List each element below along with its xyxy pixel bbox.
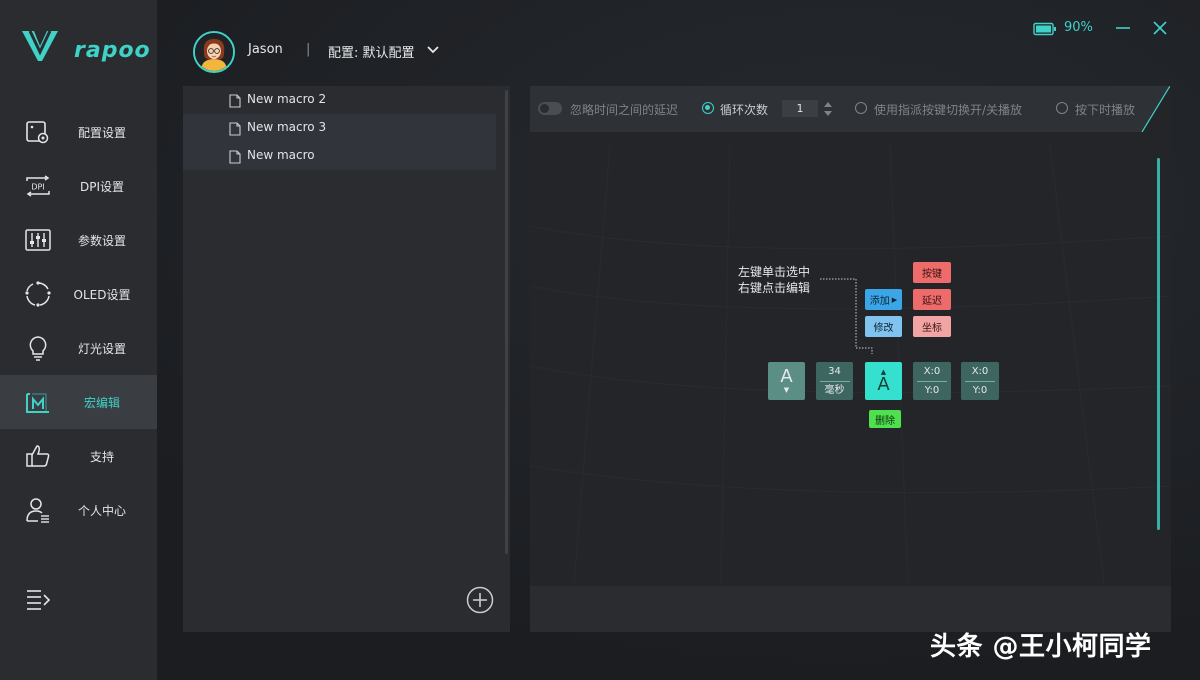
macro-name: New macro 2 <box>247 92 327 106</box>
sidebar-item-label: 配置设置 <box>77 125 126 140</box>
grid-background <box>530 145 1171 632</box>
sidebar-item-label: 宏编辑 <box>83 395 120 410</box>
sidebar-item-label: 个人中心 <box>77 503 126 518</box>
loop-stepper-icon[interactable] <box>822 99 834 119</box>
sidebar-item-label: 支持 <box>89 449 114 464</box>
list-item[interactable]: New macro <box>183 142 496 170</box>
profile-settings-icon <box>24 118 52 146</box>
lightbulb-icon <box>24 334 52 362</box>
oled-icon <box>24 280 52 308</box>
sliders-icon <box>24 226 52 254</box>
hint-line: 右键点击编辑 <box>738 281 811 295</box>
brand-logo: rapoo <box>20 28 150 68</box>
close-icon[interactable] <box>1150 18 1170 38</box>
minimize-icon[interactable] <box>1113 18 1133 38</box>
svg-text:DPI: DPI <box>31 183 44 192</box>
sidebar: rapoo 配置设置 DPI DPI设置 参数设置 OLED设置 灯光设置 宏编… <box>0 0 157 680</box>
avatar-icon <box>195 33 233 71</box>
sidebar-item-label: 参数设置 <box>77 233 126 248</box>
user-name: Jason <box>248 42 283 57</box>
coordinate-block[interactable]: X:0 Y:0 <box>961 362 999 400</box>
profile-dropdown[interactable]: 配置: 默认配置 <box>328 42 415 61</box>
coordinate-block[interactable]: X:0 Y:0 <box>913 362 951 400</box>
avatar[interactable] <box>193 31 235 73</box>
brand-logo-icon <box>22 30 58 61</box>
toggle-key-label: 使用指派按键切换开/关播放 <box>874 103 1023 117</box>
battery-icon <box>1033 21 1057 36</box>
delay-block[interactable]: 34 毫秒 <box>816 362 853 400</box>
collapse-menu-icon[interactable] <box>24 586 52 614</box>
coord-x: X:0 <box>971 365 989 377</box>
coord-y: Y:0 <box>924 384 940 396</box>
block-divider <box>965 380 995 382</box>
ignore-delay-toggle[interactable] <box>538 102 562 115</box>
add-macro-icon[interactable] <box>466 586 494 614</box>
coord-y: Y:0 <box>972 384 988 396</box>
macro-editor-panel <box>530 86 1171 632</box>
add-label: 添加 <box>869 296 890 307</box>
coord-x: X:0 <box>923 365 941 377</box>
sidebar-nav: 配置设置 DPI DPI设置 参数设置 OLED设置 灯光设置 宏编辑 支持 个… <box>0 105 157 537</box>
sidebar-item-user-center[interactable]: 个人中心 <box>0 483 157 537</box>
user-center-icon <box>24 496 52 524</box>
add-button[interactable]: 添加 ▶ <box>865 289 902 310</box>
add-key-button[interactable]: 按键 <box>913 262 951 283</box>
hold-play-radio[interactable] <box>1056 102 1068 114</box>
watermark: 头条 @王小柯同学 <box>930 632 1152 662</box>
add-delay-button[interactable]: 延迟 <box>913 289 951 310</box>
loop-count-input[interactable] <box>782 100 818 117</box>
thumbs-up-icon <box>24 442 52 470</box>
chevron-down-icon[interactable] <box>425 42 441 58</box>
sidebar-item-label: OLED设置 <box>73 287 131 302</box>
brand-wordmark: rapoo <box>74 38 151 63</box>
delay-value: 34 <box>828 365 841 377</box>
modify-button[interactable]: 修改 <box>865 316 902 337</box>
list-item[interactable]: New macro 3 <box>183 114 496 142</box>
block-divider <box>917 380 947 382</box>
sidebar-item-lighting[interactable]: 灯光设置 <box>0 321 157 375</box>
usage-hint: 左键单击选中 右键点击编辑 <box>738 264 810 296</box>
file-icon <box>229 121 241 136</box>
hold-play-label: 按下时播放 <box>1075 103 1136 117</box>
caret-right-icon: ▶ <box>891 295 898 304</box>
header-separator: | <box>306 42 311 57</box>
macro-list-panel: New macro 2 New macro 3 New macro <box>183 86 510 632</box>
hint-line: 左键单击选中 <box>738 265 811 279</box>
loop-count-radio[interactable] <box>702 102 714 114</box>
sidebar-item-parameters[interactable]: 参数设置 <box>0 213 157 267</box>
sidebar-item-oled[interactable]: OLED设置 <box>0 267 157 321</box>
sidebar-item-dpi[interactable]: DPI DPI设置 <box>0 159 157 213</box>
hint-connector <box>820 278 873 354</box>
sidebar-item-label: DPI设置 <box>79 179 125 194</box>
sidebar-item-support[interactable]: 支持 <box>0 429 157 483</box>
macro-name: New macro <box>247 148 315 162</box>
ignore-delay-label: 忽略时间之间的延迟 <box>570 103 679 117</box>
file-icon <box>229 93 241 108</box>
sidebar-item-label: 灯光设置 <box>77 341 126 356</box>
dpi-icon: DPI <box>24 172 52 200</box>
delay-unit: 毫秒 <box>824 384 845 396</box>
key-letter: A <box>877 374 890 395</box>
key-up-block[interactable]: ▲ A <box>865 362 902 400</box>
loop-count-label: 循环次数 <box>720 103 769 117</box>
block-divider <box>819 380 850 382</box>
key-letter: A <box>780 366 793 387</box>
delete-button[interactable]: 删除 <box>869 410 901 428</box>
key-down-block[interactable]: A ▼ <box>768 362 805 400</box>
app-window: rapoo 配置设置 DPI DPI设置 参数设置 OLED设置 灯光设置 宏编… <box>0 0 1200 680</box>
toggle-key-radio[interactable] <box>855 102 867 114</box>
arrow-down-icon: ▼ <box>783 386 790 394</box>
macro-icon <box>24 388 52 416</box>
macro-list-scrollbar[interactable] <box>505 90 508 554</box>
editor-scrollbar[interactable] <box>1157 158 1160 530</box>
macro-name: New macro 3 <box>247 120 327 134</box>
sidebar-item-profile-settings[interactable]: 配置设置 <box>0 105 157 159</box>
battery-level: 90% <box>1064 20 1093 35</box>
file-icon <box>229 149 241 164</box>
list-item[interactable]: New macro 2 <box>183 86 496 114</box>
sidebar-item-macro[interactable]: 宏编辑 <box>0 375 157 429</box>
add-coordinate-button[interactable]: 坐标 <box>913 316 951 337</box>
